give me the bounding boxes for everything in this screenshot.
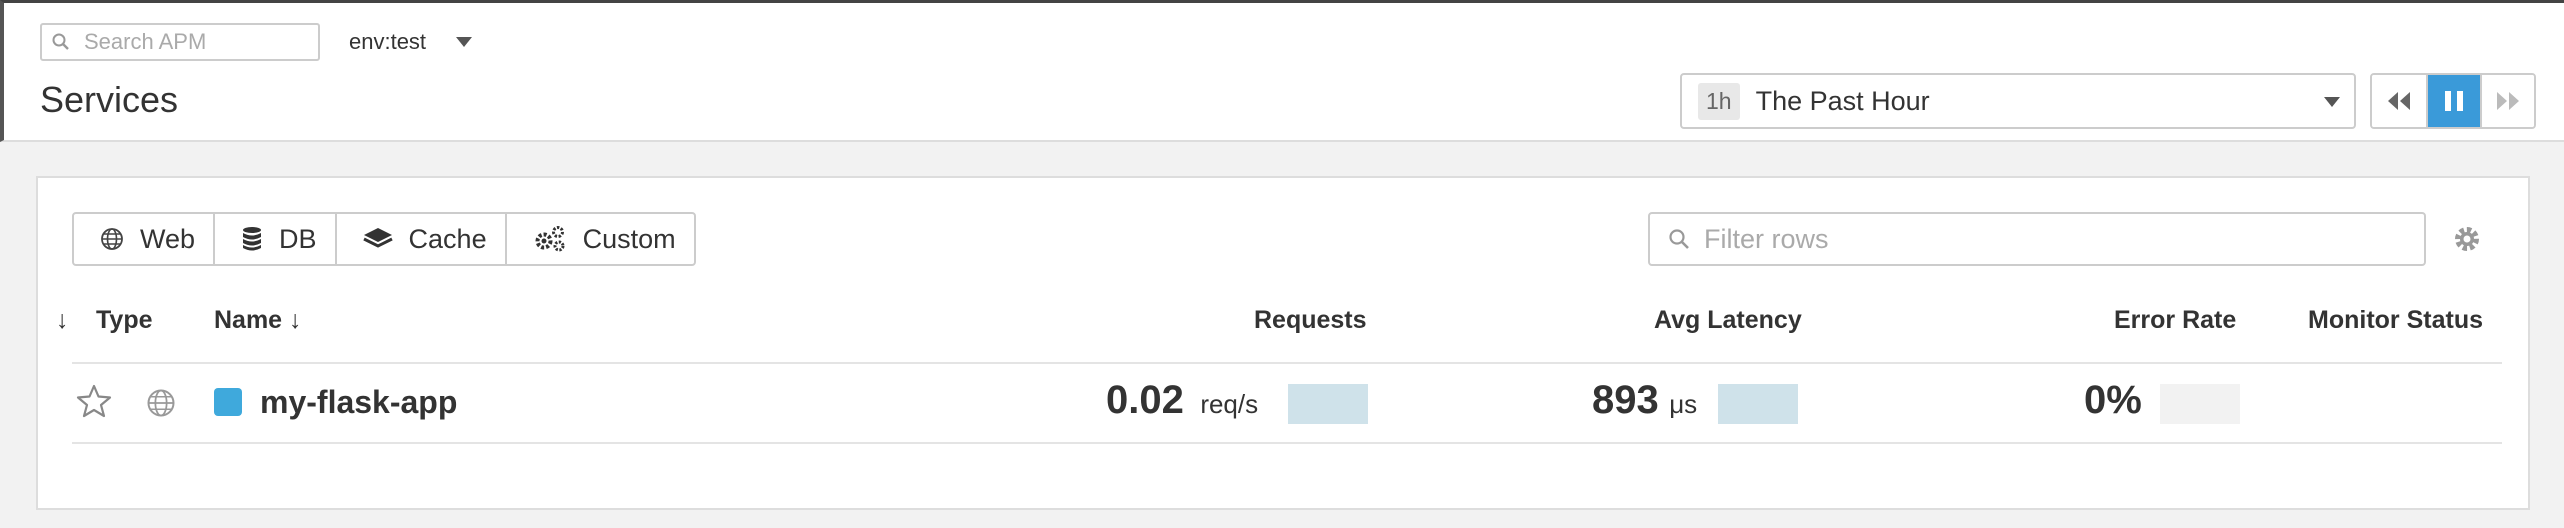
filter-custom-label: Custom bbox=[582, 223, 676, 254]
service-type-globe-icon bbox=[146, 388, 176, 423]
timeframe-label: The Past Hour bbox=[1755, 85, 1930, 116]
requests-value: 0.02 req/s bbox=[1106, 378, 1258, 423]
gears-icon bbox=[533, 225, 567, 253]
timeframe-badge: 1h bbox=[1698, 82, 1740, 120]
star-icon bbox=[76, 384, 112, 418]
search-apm-placeholder: Search APM bbox=[84, 29, 207, 54]
filter-web-button[interactable]: Web bbox=[74, 214, 213, 264]
error-rate-value: 0% bbox=[2084, 378, 2142, 423]
env-selector[interactable]: env:test bbox=[349, 23, 473, 61]
gear-icon bbox=[2455, 227, 2479, 251]
filter-web-label: Web bbox=[140, 223, 196, 254]
error-rate-number: 0% bbox=[2084, 378, 2142, 422]
pause-button[interactable] bbox=[2426, 75, 2480, 127]
monitor-status-column-header[interactable]: Monitor Status bbox=[2308, 306, 2483, 335]
latency-unit: μs bbox=[1669, 389, 1698, 419]
rewind-icon bbox=[2388, 92, 2410, 110]
requests-unit: req/s bbox=[1200, 389, 1259, 419]
header-divider bbox=[72, 362, 2502, 364]
services-panel: Web DB Cache Custom Filter rows ↓ Type N bbox=[36, 176, 2530, 510]
filter-cache-label: Cache bbox=[408, 223, 487, 254]
error-rate-column-header[interactable]: Error Rate bbox=[2114, 306, 2236, 335]
favorite-star-button[interactable] bbox=[76, 384, 112, 423]
top-bar: Search APM env:test Services 1h The Past… bbox=[0, 0, 2564, 142]
search-icon bbox=[52, 33, 69, 50]
service-color-swatch bbox=[214, 388, 242, 416]
type-column-header[interactable]: Type bbox=[96, 306, 153, 335]
chevron-down-icon bbox=[456, 37, 473, 47]
page-title: Services bbox=[40, 79, 179, 120]
search-apm-input[interactable]: Search APM bbox=[40, 23, 320, 61]
avg-latency-column-header[interactable]: Avg Latency bbox=[1654, 306, 1802, 335]
playback-controls bbox=[2370, 73, 2536, 129]
table-settings-button[interactable] bbox=[2452, 224, 2482, 259]
error-rate-sparkline bbox=[2160, 384, 2240, 424]
timeframe-select[interactable]: 1h The Past Hour bbox=[1680, 73, 2356, 129]
row-divider bbox=[72, 442, 2502, 444]
fast-forward-button[interactable] bbox=[2480, 75, 2534, 127]
pause-icon bbox=[2445, 91, 2463, 111]
filter-custom-button[interactable]: Custom bbox=[504, 214, 694, 264]
latency-number: 893 bbox=[1592, 378, 1659, 422]
database-icon bbox=[241, 226, 263, 252]
filter-db-button[interactable]: DB bbox=[213, 214, 335, 264]
fast-forward-icon bbox=[2497, 92, 2519, 110]
filter-cache-button[interactable]: Cache bbox=[334, 214, 505, 264]
search-icon bbox=[1669, 229, 1689, 249]
service-name-link[interactable]: my-flask-app bbox=[260, 384, 457, 421]
filter-rows-placeholder: Filter rows bbox=[1704, 223, 1829, 254]
service-type-filters: Web DB Cache Custom bbox=[72, 212, 696, 266]
requests-column-header[interactable]: Requests bbox=[1254, 306, 1367, 335]
name-column-header[interactable]: Name ↓ bbox=[214, 306, 302, 335]
requests-sparkline bbox=[1288, 384, 1368, 424]
latency-sparkline bbox=[1718, 384, 1798, 424]
filter-rows-input[interactable]: Filter rows bbox=[1648, 212, 2426, 266]
globe-icon bbox=[100, 227, 124, 251]
filter-db-label: DB bbox=[279, 223, 317, 254]
rewind-button[interactable] bbox=[2372, 75, 2426, 127]
latency-value: 893 μs bbox=[1592, 378, 1697, 423]
requests-number: 0.02 bbox=[1106, 378, 1184, 422]
sort-column-header[interactable]: ↓ bbox=[56, 306, 69, 335]
chevron-down-icon bbox=[2324, 97, 2340, 107]
env-label: env:test bbox=[349, 29, 427, 54]
layers-icon bbox=[362, 227, 393, 251]
